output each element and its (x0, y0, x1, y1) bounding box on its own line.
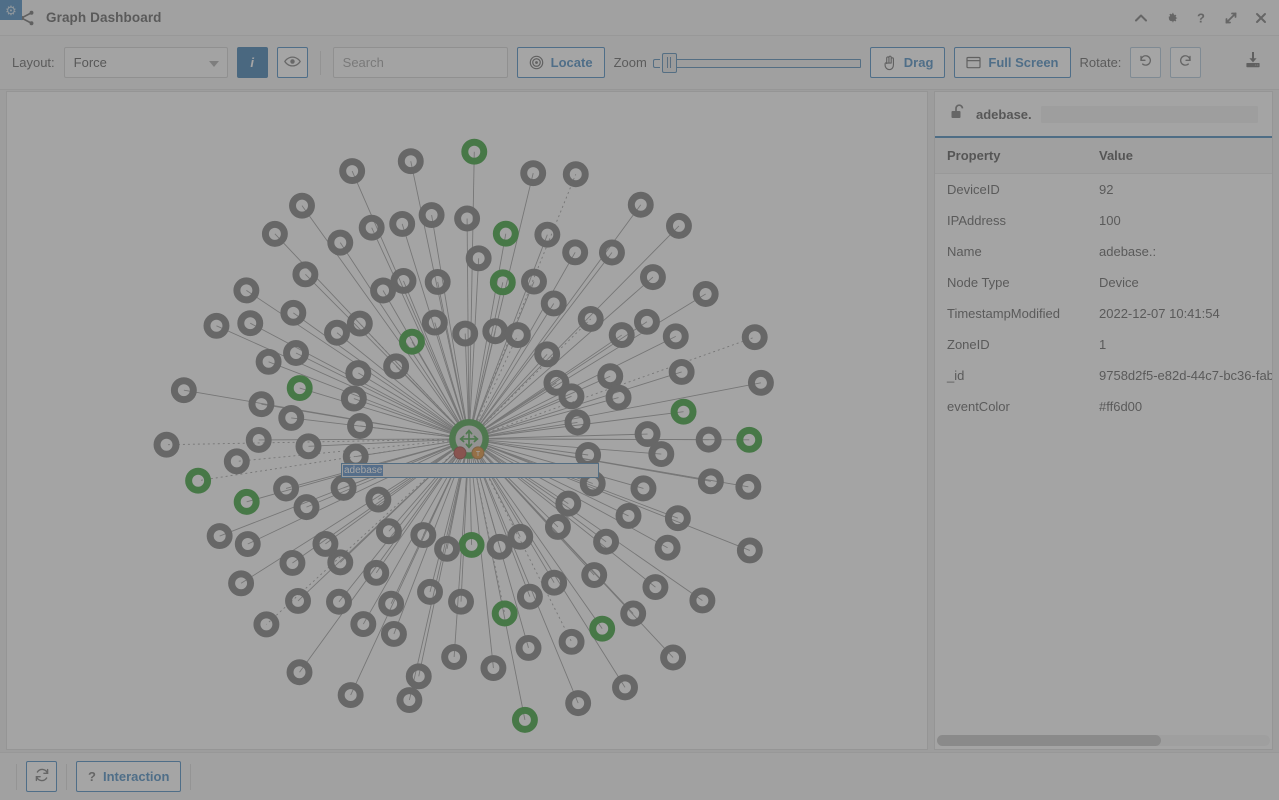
zoom-slider-track[interactable] (664, 58, 861, 68)
table-header-row: Property Value (935, 138, 1272, 174)
chevron-down-icon (208, 60, 219, 67)
layout-select[interactable]: Force (63, 47, 228, 78)
zoom-label: Zoom (613, 55, 647, 70)
rotate-right-icon (1178, 53, 1193, 73)
property-value: 2022-12-07 10:41:54 (1099, 306, 1220, 321)
window-title: Graph Dashboard (46, 10, 162, 25)
toolbar-divider (319, 50, 321, 75)
graph-dashboard-window: ⚙ Graph Dashboard ? Layout: Force i Sear… (0, 0, 1279, 800)
download-icon (1243, 50, 1263, 75)
rotate-ccw-button[interactable] (1130, 47, 1162, 78)
properties-title: adebase. (976, 106, 1032, 122)
property-name: TimestampModified (947, 306, 1060, 321)
graph-canvas[interactable]: T adebase (6, 91, 928, 750)
table-row[interactable]: DeviceID 92 (935, 174, 1272, 206)
locate-label: Locate (550, 55, 593, 70)
property-name: IPAddress (947, 213, 1007, 228)
fullscreen-button[interactable]: Full Screen (954, 47, 1071, 78)
table-row[interactable]: IPAddress 100 (935, 205, 1272, 236)
property-name: ZoneID (947, 337, 990, 352)
table-row[interactable]: Name adebase.: (935, 236, 1272, 267)
window-controls: ? (1133, 0, 1269, 36)
main-area: T adebase adebase. Property Value Device… (0, 90, 1279, 752)
property-name: Name (947, 244, 982, 259)
info-icon: i (250, 55, 254, 70)
zoom-slider-cap (652, 58, 660, 68)
property-value: 100 (1099, 213, 1121, 228)
layout-label: Layout: (12, 55, 55, 70)
zoom-control: Zoom (613, 52, 861, 73)
hand-pointer-icon (882, 55, 897, 71)
drag-button[interactable]: Drag (869, 47, 946, 78)
refresh-button[interactable] (26, 761, 57, 792)
table-row[interactable]: eventColor #ff6d00 (935, 391, 1272, 422)
property-name: DeviceID (947, 182, 1000, 197)
bottom-divider-left (16, 763, 17, 790)
column-header-property: Property (935, 138, 1087, 174)
column-header-value: Value (1087, 138, 1272, 174)
chevron-up-icon[interactable] (1133, 10, 1149, 26)
close-icon[interactable] (1253, 10, 1269, 26)
property-name: eventColor (947, 399, 1010, 414)
layout-select-value: Force (73, 55, 107, 70)
expand-arrows-icon[interactable] (1223, 10, 1239, 26)
eye-icon (283, 55, 301, 71)
properties-table-body: DeviceID 92 IPAddress 100 Name adebase.: Node … (935, 174, 1272, 423)
node-label-editor-selection: adebase (343, 465, 384, 476)
property-value: #ff6d00 (1099, 399, 1143, 414)
target-icon (529, 55, 544, 70)
info-button[interactable]: i (236, 47, 268, 78)
property-name: _id (947, 368, 965, 383)
properties-panel: adebase. Property Value DeviceID 92 IPAddr… (934, 91, 1273, 750)
properties-title-fill (1040, 105, 1258, 123)
unlock-icon[interactable] (949, 103, 967, 125)
refresh-icon (34, 767, 50, 786)
table-row[interactable]: _id 9758d2f5-e82d-44c7-bc36-fab (935, 360, 1272, 391)
property-name: Node Type (947, 275, 1010, 290)
properties-table-wrap[interactable]: Property Value DeviceID 92 IPAddress 100 Nam… (935, 138, 1272, 749)
rotate-left-icon (1138, 53, 1153, 73)
zoom-slider-handle[interactable] (661, 52, 677, 73)
interaction-button[interactable]: ? Interaction (76, 761, 182, 792)
title-bar: ⚙ Graph Dashboard ? (0, 0, 1279, 36)
property-value: 92 (1099, 182, 1114, 197)
property-value: 9758d2f5-e82d-44c7-bc36-fab (1099, 368, 1272, 383)
interaction-label: Interaction (102, 769, 170, 784)
question-mark-icon: ? (88, 769, 96, 784)
drag-label: Drag (903, 55, 934, 70)
property-value: Device (1099, 275, 1139, 290)
svg-text:?: ? (1197, 11, 1205, 25)
search-input[interactable] (332, 47, 508, 78)
property-value: adebase.: (1099, 244, 1157, 259)
table-row[interactable]: TimestampModified 2022-12-07 10:41:54 (935, 298, 1272, 329)
properties-horizontal-scrollbar[interactable] (937, 735, 1270, 746)
download-button[interactable] (1239, 49, 1267, 77)
toolbar: Layout: Force i Locate (0, 36, 1279, 90)
table-row[interactable]: Node Type Device (935, 267, 1272, 298)
node-label-editor[interactable]: adebase (341, 463, 599, 478)
properties-header: adebase. (935, 92, 1272, 138)
svg-text:T: T (476, 451, 481, 458)
graph-visualization[interactable]: T (7, 92, 927, 749)
properties-table: Property Value DeviceID 92 IPAddress 100 Nam… (935, 138, 1272, 422)
bottom-bar: ? Interaction (0, 752, 1279, 800)
bottom-divider-mid (66, 763, 67, 790)
app-icon: ⚙ (0, 0, 22, 20)
fullscreen-label: Full Screen (988, 55, 1059, 70)
locate-button[interactable]: Locate (516, 47, 605, 78)
rotate-cw-button[interactable] (1170, 47, 1202, 78)
table-row[interactable]: ZoneID 1 (935, 329, 1272, 360)
property-value: 1 (1099, 337, 1107, 352)
rotate-label: Rotate: (1079, 55, 1122, 70)
zoom-slider[interactable] (652, 52, 861, 73)
visibility-button[interactable] (276, 47, 308, 78)
question-mark-icon[interactable]: ? (1193, 10, 1209, 26)
window-maximize-icon (966, 56, 982, 69)
bottom-divider-right (190, 763, 192, 790)
title-group: Graph Dashboard (18, 9, 162, 27)
center-node[interactable]: T (449, 419, 489, 460)
alert-badge (453, 446, 467, 460)
gear-icon[interactable] (1163, 10, 1179, 26)
